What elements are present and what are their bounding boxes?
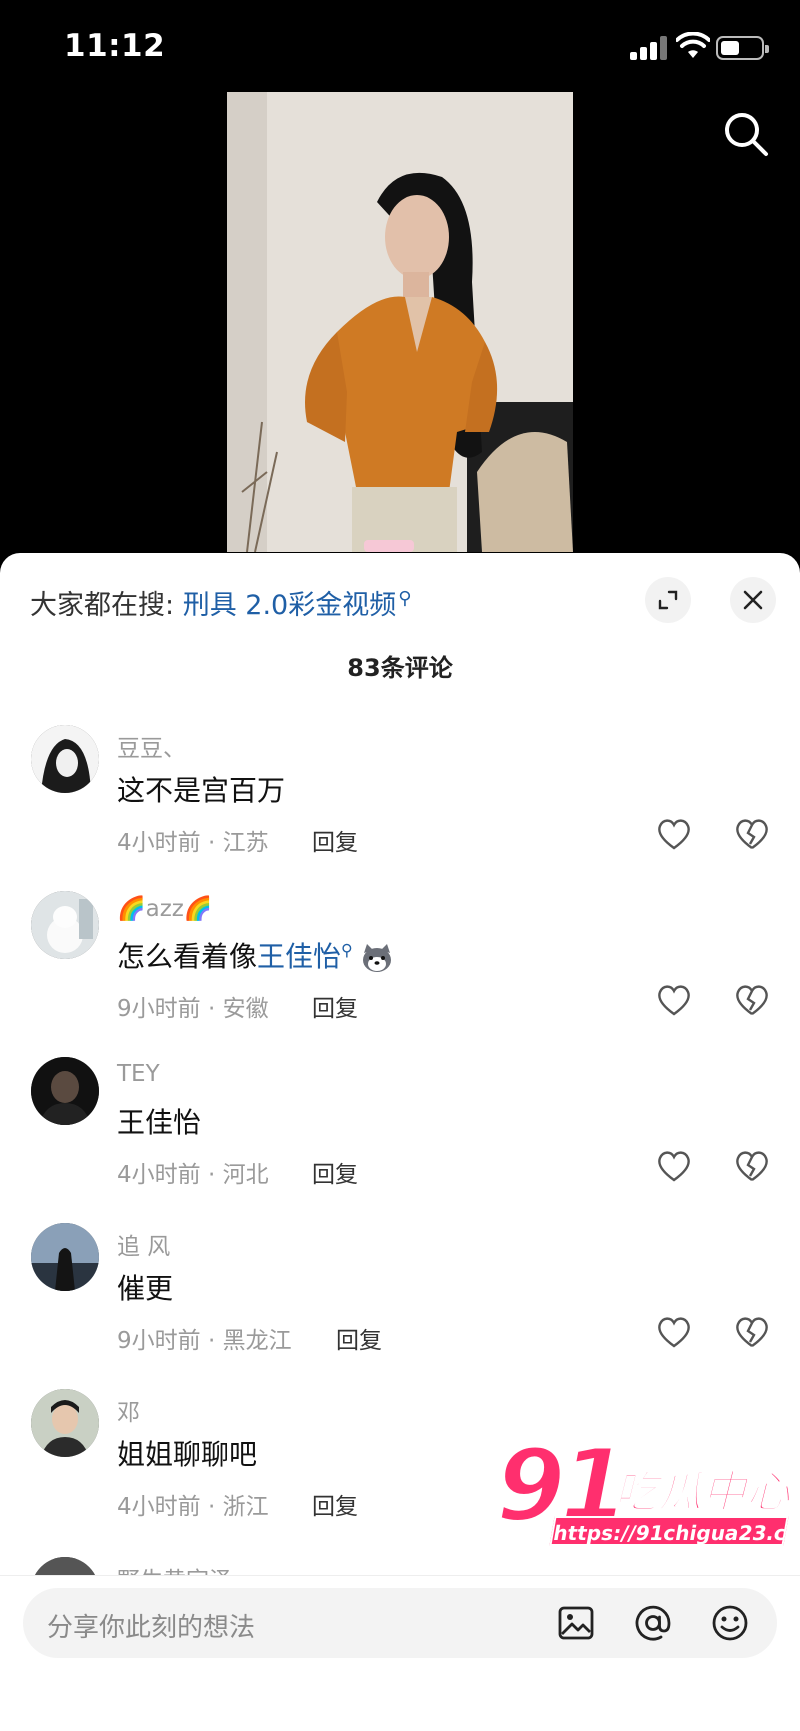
comment-text: 王佳怡 xyxy=(117,1106,202,1139)
watermark-brand: 吃瓜中心 xyxy=(613,1466,791,1519)
reply-button[interactable]: 回复 xyxy=(312,1155,358,1189)
status-time: 11:12 xyxy=(64,28,166,64)
broken-heart-icon[interactable] xyxy=(734,983,770,1017)
comment-text: 姐姐聊聊吧 xyxy=(117,1438,258,1471)
comment-item: 🌈azz🌈 怎么看着像王佳怡⚲ 9小时前 · 安徽 回复 xyxy=(0,891,800,1057)
avatar[interactable] xyxy=(31,891,99,959)
trending-search-label: 大家都在搜: xyxy=(30,590,175,621)
video-thumbnail-image xyxy=(227,92,573,552)
avatar[interactable] xyxy=(31,1057,99,1125)
comment-text-plain: 怎么看着像 xyxy=(117,940,258,973)
expand-icon xyxy=(658,590,678,610)
wifi-icon xyxy=(676,32,710,58)
trending-search-hint: 大家都在搜: 刑具 2.0彩金视频 ⚲ xyxy=(30,583,411,622)
comment-username[interactable]: 追 风 xyxy=(117,1227,170,1261)
heart-icon[interactable] xyxy=(656,1315,692,1349)
comment-text: 催更 xyxy=(117,1272,174,1305)
rainbow-emoji: 🌈 xyxy=(117,896,146,922)
rainbow-emoji: 🌈 xyxy=(183,896,213,922)
watermark-logo: 91 吃瓜中心 https://91chigua23.com xyxy=(494,1434,800,1556)
status-bar: 11:12 xyxy=(0,0,800,92)
reply-button[interactable]: 回复 xyxy=(312,823,358,857)
avatar[interactable] xyxy=(31,1223,99,1291)
comment-input[interactable]: 分享你此刻的想法 xyxy=(23,1588,777,1658)
close-icon xyxy=(743,590,763,610)
image-icon[interactable] xyxy=(556,1603,596,1643)
heart-icon[interactable] xyxy=(656,817,692,851)
comment-input-placeholder[interactable]: 分享你此刻的想法 xyxy=(47,1607,255,1644)
comment-username[interactable]: 邓 xyxy=(117,1393,140,1427)
reply-button[interactable]: 回复 xyxy=(312,989,358,1023)
comment-count: 83条评论 xyxy=(347,654,453,682)
search-small-icon: ⚲ xyxy=(398,588,412,609)
comment-meta: 9小时前 · 安徽 xyxy=(117,996,269,1022)
search-small-icon: ⚲ xyxy=(341,940,353,960)
comment-meta: 4小时前 · 浙江 xyxy=(117,1494,269,1520)
search-icon[interactable] xyxy=(722,110,770,158)
comment-meta: 9小时前 · 黑龙江 xyxy=(117,1328,292,1354)
signal-icon xyxy=(630,36,668,60)
comment-text: 怎么看着像王佳怡⚲ xyxy=(117,935,395,975)
broken-heart-icon[interactable] xyxy=(734,1149,770,1183)
husky-emoji-icon xyxy=(362,944,391,972)
comment-username[interactable]: 🌈azz🌈 xyxy=(117,895,213,922)
close-button[interactable] xyxy=(730,577,776,623)
comment-item: 豆豆、 这不是宫百万 4小时前 · 江苏 回复 xyxy=(0,725,800,891)
heart-icon[interactable] xyxy=(656,1149,692,1183)
mention-icon[interactable] xyxy=(633,1603,673,1643)
reply-button[interactable]: 回复 xyxy=(336,1321,382,1355)
comment-username[interactable]: 豆豆、 xyxy=(117,729,186,763)
avatar[interactable] xyxy=(31,1389,99,1457)
comment-item: 追 风 催更 9小时前 · 黑龙江 回复 xyxy=(0,1223,800,1389)
trending-search-link[interactable]: 刑具 2.0彩金视频 xyxy=(183,590,397,621)
comment-item: TEY 王佳怡 4小时前 · 河北 回复 xyxy=(0,1057,800,1223)
broken-heart-icon[interactable] xyxy=(734,817,770,851)
expand-button[interactable] xyxy=(645,577,691,623)
comment-input-bar: 分享你此刻的想法 xyxy=(0,1575,800,1731)
comment-text: 这不是宫百万 xyxy=(117,774,286,807)
comment-text-link[interactable]: 王佳怡 xyxy=(257,940,341,973)
video-player[interactable] xyxy=(0,92,800,552)
avatar[interactable] xyxy=(31,725,99,793)
reply-button[interactable]: 回复 xyxy=(312,1487,358,1521)
battery-icon xyxy=(716,36,769,60)
heart-icon[interactable] xyxy=(656,983,692,1017)
broken-heart-icon[interactable] xyxy=(734,1315,770,1349)
video-frame[interactable] xyxy=(227,92,573,552)
comment-username[interactable]: TEY xyxy=(117,1061,160,1087)
watermark-url: https://91chigua23.com xyxy=(549,1516,800,1546)
comment-meta: 4小时前 · 河北 xyxy=(117,1162,269,1188)
emoji-icon[interactable] xyxy=(710,1603,750,1643)
comment-meta: 4小时前 · 江苏 xyxy=(117,830,269,856)
comment-username-text: azz xyxy=(145,896,184,922)
